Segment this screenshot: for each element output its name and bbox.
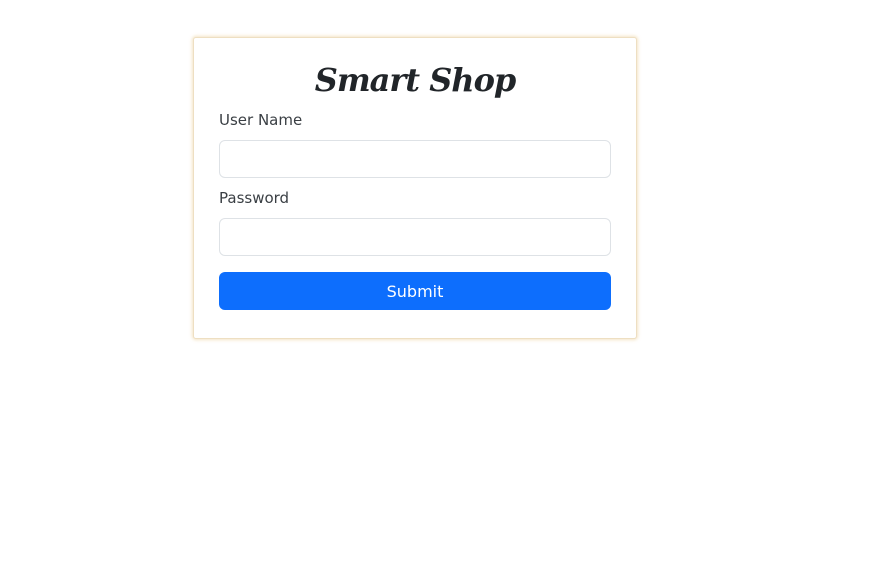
login-card: Smart Shop User Name Password Submit (193, 37, 637, 339)
username-label: User Name (219, 111, 303, 129)
submit-button[interactable]: Submit (219, 272, 611, 310)
password-label: Password (219, 189, 290, 207)
page-title: Smart Shop (314, 61, 517, 99)
username-field[interactable] (219, 140, 611, 178)
password-field[interactable] (219, 218, 611, 256)
